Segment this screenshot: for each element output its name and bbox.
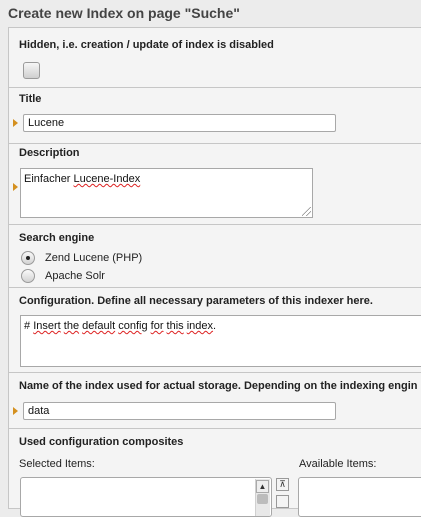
config-text-word: index — [186, 320, 214, 332]
description-label: Description — [19, 147, 80, 159]
index-form: Hidden, i.e. creation / update of index … — [8, 27, 421, 517]
hidden-label: Hidden, i.e. creation / update of index … — [19, 39, 274, 51]
available-items-label: Available Items: — [299, 458, 377, 470]
storage-input[interactable]: data — [23, 402, 336, 420]
title-input[interactable]: Lucene — [23, 114, 336, 132]
description-textarea[interactable]: Einfacher Lucene-Index — [20, 168, 313, 218]
description-word-misspelled: Lucene-Index — [73, 173, 141, 185]
list-scrollbar[interactable]: ▲ — [255, 479, 270, 516]
config-text-word: the — [63, 320, 80, 332]
config-text-word: for — [150, 320, 164, 332]
config-text-word: config — [118, 320, 148, 332]
available-items-list[interactable] — [298, 477, 421, 517]
storage-section: Name of the index used for actual storag… — [9, 373, 421, 429]
configuration-section: Configuration. Define all necessary para… — [9, 288, 421, 373]
move-to-top-icon[interactable]: ⊼ — [276, 478, 289, 491]
storage-label: Name of the index used for actual storag… — [19, 380, 418, 392]
radio-selected-dot — [26, 256, 30, 260]
config-text-period: . — [213, 320, 217, 332]
config-text-word: Insert — [33, 320, 61, 332]
hidden-checkbox[interactable] — [23, 62, 40, 79]
required-marker-icon — [13, 183, 18, 191]
scroll-up-icon[interactable]: ▲ — [256, 480, 269, 493]
radio-label-apache-solr: Apache Solr — [45, 270, 105, 282]
configuration-label: Configuration. Define all necessary para… — [19, 295, 373, 307]
title-label: Title — [19, 93, 42, 105]
page-title: Create new Index on page "Suche" — [8, 5, 240, 21]
scroll-thumb[interactable] — [257, 494, 268, 504]
description-word: Einfacher — [24, 173, 71, 185]
required-marker-icon — [13, 119, 18, 127]
title-section: Title Lucene — [9, 88, 421, 144]
radio-zend-lucene[interactable] — [21, 251, 35, 265]
hidden-section: Hidden, i.e. creation / update of index … — [9, 28, 421, 88]
configuration-textarea[interactable]: # Insert the default config for this ind… — [20, 315, 421, 367]
selected-items-list[interactable]: ▲ — [20, 477, 272, 517]
config-text-word: this — [166, 320, 184, 332]
search-engine-label: Search engine — [19, 232, 95, 244]
config-text-hash: # — [24, 320, 31, 332]
search-engine-section: Search engine Zend Lucene (PHP) Apache S… — [9, 225, 421, 288]
radio-apache-solr[interactable] — [21, 269, 35, 283]
config-text-word: default — [82, 320, 116, 332]
selected-items-label: Selected Items: — [19, 458, 95, 470]
move-up-icon[interactable] — [276, 495, 289, 508]
radio-label-zend-lucene: Zend Lucene (PHP) — [45, 252, 143, 264]
required-marker-icon — [13, 407, 18, 415]
composites-label: Used configuration composites — [19, 436, 184, 448]
description-section: Description Einfacher Lucene-Index — [9, 144, 421, 225]
resize-handle-icon[interactable] — [302, 207, 311, 216]
composites-section: Used configuration composites Selected I… — [9, 429, 421, 517]
